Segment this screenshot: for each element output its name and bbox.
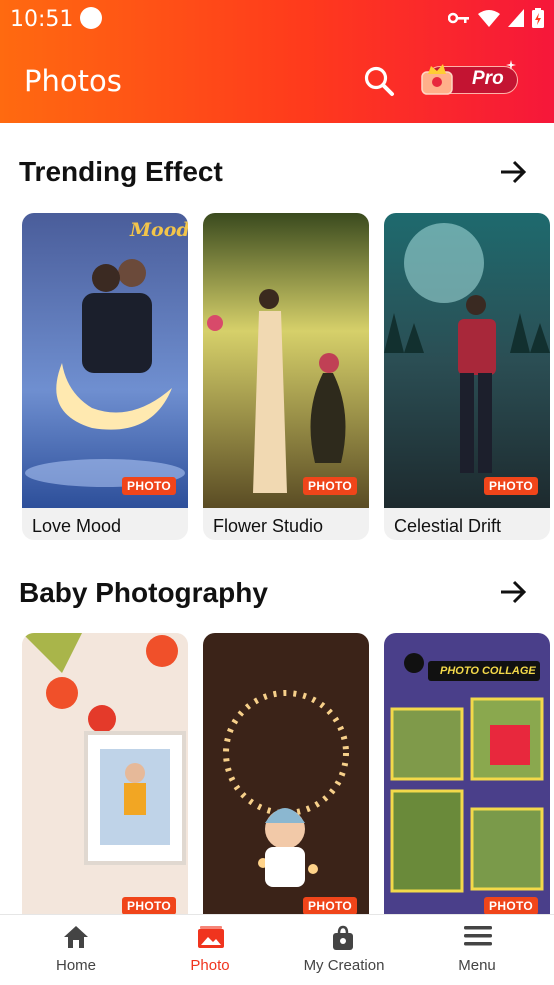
search-icon bbox=[364, 66, 394, 96]
nav-label: Menu bbox=[458, 957, 496, 974]
effect-card-celestial-drift[interactable]: PHOTO Celestial Drift bbox=[384, 213, 550, 540]
menu-icon bbox=[464, 926, 492, 946]
nav-label: Home bbox=[55, 957, 96, 974]
pro-label: Pro bbox=[472, 68, 504, 89]
section-title-trending: Trending Effect bbox=[19, 156, 223, 187]
effect-card-love-mood[interactable]: Mood PHOTO Love Mood bbox=[22, 213, 188, 540]
photo-icon bbox=[198, 926, 224, 948]
trending-see-all-button[interactable] bbox=[498, 157, 528, 187]
card-label: Celestial Drift bbox=[394, 516, 502, 536]
card-label: Flower Studio bbox=[213, 516, 324, 536]
photo-badge: PHOTO bbox=[303, 897, 357, 915]
card-overlay-text: Mood bbox=[130, 219, 188, 241]
notification-dot-icon bbox=[80, 7, 102, 29]
battery-icon bbox=[532, 8, 544, 28]
nav-label: My Creation bbox=[303, 957, 385, 974]
home-icon bbox=[64, 926, 88, 948]
status-bar: 10:51 bbox=[0, 0, 554, 38]
app-header: 10:51 Photos Pro bbox=[0, 0, 554, 123]
card-thumbnail bbox=[22, 213, 188, 508]
nav-photo[interactable]: Photo bbox=[143, 915, 277, 985]
bottom-nav: Home Photo My Creation Menu bbox=[0, 914, 554, 985]
section-title-baby: Baby Photography bbox=[19, 577, 268, 608]
wifi-icon bbox=[478, 10, 500, 27]
photo-badge: PHOTO bbox=[122, 477, 176, 495]
nav-my-creation[interactable]: My Creation bbox=[277, 915, 411, 985]
baby-card-1[interactable]: PHOTO bbox=[22, 633, 188, 928]
baby-card-2[interactable]: PHOTO bbox=[203, 633, 369, 928]
photo-badge: PHOTO bbox=[122, 897, 176, 915]
nav-menu[interactable]: Menu bbox=[410, 915, 544, 985]
pro-button[interactable]: Pro bbox=[410, 60, 518, 96]
photo-badge: PHOTO bbox=[303, 477, 357, 495]
baby-see-all-button[interactable] bbox=[498, 577, 528, 607]
effect-card-flower-studio[interactable]: PHOTO Flower Studio bbox=[203, 213, 369, 540]
card-thumbnail bbox=[203, 633, 369, 928]
page-title: Photos bbox=[24, 64, 122, 98]
card-overlay-text: PHOTO COLLAGE bbox=[440, 665, 536, 677]
crown-gift-icon bbox=[421, 64, 453, 95]
card-thumbnail bbox=[203, 213, 369, 508]
nav-home[interactable]: Home bbox=[9, 915, 143, 985]
card-thumbnail bbox=[384, 213, 550, 508]
arrow-right-icon bbox=[501, 160, 527, 184]
creation-icon bbox=[333, 925, 353, 950]
arrow-right-icon bbox=[501, 580, 527, 604]
signal-icon bbox=[508, 9, 524, 27]
photo-badge: PHOTO bbox=[484, 477, 538, 495]
search-button[interactable] bbox=[362, 64, 396, 98]
status-icons bbox=[448, 8, 544, 28]
baby-card-collage[interactable]: PHOTO COLLAGE PHOTO bbox=[384, 633, 550, 928]
card-thumbnail bbox=[22, 633, 188, 928]
card-label: Love Mood bbox=[32, 516, 122, 536]
photo-badge: PHOTO bbox=[484, 897, 538, 915]
sparkle-icon bbox=[506, 60, 516, 70]
key-icon bbox=[448, 12, 469, 24]
status-time: 10:51 bbox=[10, 7, 74, 32]
nav-label: Photo bbox=[190, 957, 230, 974]
card-thumbnail bbox=[384, 633, 550, 928]
